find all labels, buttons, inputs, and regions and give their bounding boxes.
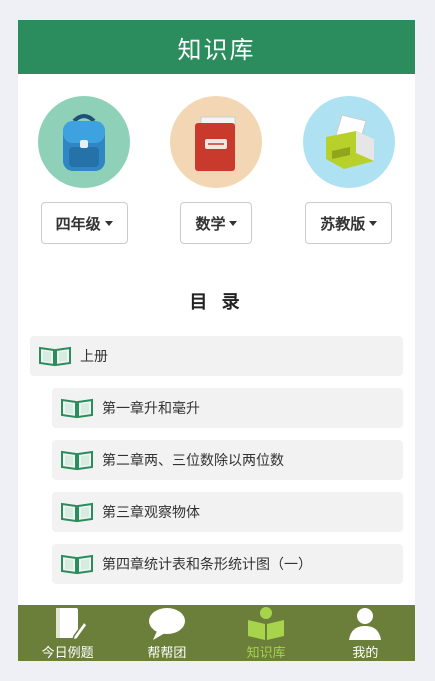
printer-icon (302, 96, 395, 188)
open-book-icon (61, 554, 93, 575)
edition-picker: 苏教版 (294, 96, 404, 244)
chapter-label: 第三章观察物体 (102, 505, 200, 521)
subject-select[interactable]: 数学 (180, 202, 253, 244)
filter-pickers: 四年级 数学 苏教版 (18, 74, 415, 244)
toc-title: 目 录 (189, 292, 244, 313)
tab-label: 今日例题 (41, 646, 94, 661)
bottom-tab-bar: 今日例题 帮帮团 知识库 我的 (18, 605, 415, 661)
chevron-down-icon (104, 220, 113, 226)
app-screen: 知识库 四年级 数学 苏教版 目 录 上册 第一章升和毫升 第二章两、三位数除以… (18, 20, 415, 661)
user-icon (349, 608, 382, 640)
notebook-pen-icon (55, 608, 88, 642)
backpack-icon (38, 96, 131, 188)
grade-select-label: 四年级 (55, 214, 101, 233)
red-folder-icon (170, 96, 263, 188)
tab-label: 我的 (352, 646, 379, 661)
open-book-icon (39, 346, 71, 367)
subject-picker: 数学 (161, 96, 271, 244)
chapter-label: 第二章两、三位数除以两位数 (102, 453, 284, 469)
chapter-label: 第一章升和毫升 (102, 401, 200, 417)
tab-label: 知识库 (246, 646, 286, 661)
grade-picker: 四年级 (29, 96, 139, 244)
chat-bubble-icon (148, 608, 185, 640)
chapter-item[interactable]: 第二章两、三位数除以两位数 (52, 440, 403, 480)
chapter-item[interactable]: 第一章升和毫升 (52, 388, 403, 428)
chapter-item[interactable]: 第四章统计表和条形统计图（一） (52, 544, 403, 584)
tab-today-examples[interactable]: 今日例题 (23, 605, 113, 661)
edition-select[interactable]: 苏教版 (305, 202, 393, 244)
header-bar: 知识库 (18, 20, 415, 74)
toc-tree: 上册 第一章升和毫升 第二章两、三位数除以两位数 第三章观察物体 第四章统计表和… (18, 336, 415, 584)
chapter-label: 第四章统计表和条形统计图（一） (102, 557, 312, 573)
open-book-icon (61, 398, 93, 419)
edition-select-label: 苏教版 (320, 214, 366, 233)
open-book-icon (61, 450, 93, 471)
subject-select-label: 数学 (195, 214, 226, 233)
tab-label: 帮帮团 (147, 646, 187, 661)
chapter-item[interactable]: 第三章观察物体 (52, 492, 403, 532)
chevron-down-icon (229, 220, 238, 226)
tab-mine[interactable]: 我的 (320, 605, 410, 661)
tab-help-group[interactable]: 帮帮团 (122, 605, 212, 661)
open-book-icon (61, 502, 93, 523)
volume-label: 上册 (80, 349, 108, 365)
tab-knowledge-base[interactable]: 知识库 (221, 605, 311, 661)
volume-item[interactable]: 上册 (30, 336, 403, 376)
page-title: 知识库 (177, 35, 256, 64)
open-book-icon (248, 607, 285, 640)
grade-select[interactable]: 四年级 (40, 202, 128, 244)
chevron-down-icon (369, 220, 378, 226)
